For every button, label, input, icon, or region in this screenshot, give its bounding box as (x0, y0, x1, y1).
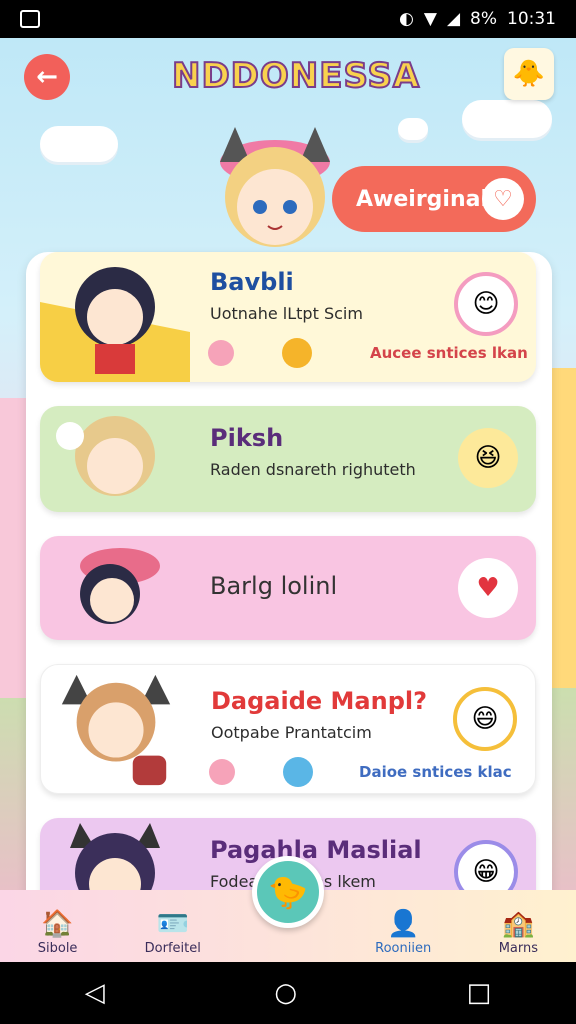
app-title: NDDONESSA (171, 55, 421, 97)
recents-square-icon[interactable]: □ (467, 978, 492, 1008)
character-name: Bavbli (210, 268, 294, 296)
nav-shop[interactable]: 🏫 Marns (473, 907, 563, 956)
nav-users[interactable]: 👤 Rooniien (358, 907, 448, 956)
system-nav-bar: ◁ ○ □ (0, 962, 576, 1024)
house-icon: 🏫 (502, 909, 535, 939)
avatar (40, 252, 190, 382)
back-button[interactable]: ← (24, 54, 70, 100)
chick-sticker-button[interactable]: 🐥 (504, 48, 554, 100)
nav-label: Sibole (37, 941, 78, 956)
globe-icon (283, 757, 313, 787)
profile-card-icon: 🪪 (156, 909, 189, 939)
user-icon: 👤 (386, 909, 420, 939)
back-triangle-icon[interactable]: ◁ (85, 978, 105, 1008)
signal-icon: ◢ (446, 9, 461, 29)
character-card[interactable]: Bavbli Uotnahe lLtpt Scim Aucee sntices … (40, 252, 536, 382)
category-pill-button[interactable]: Aweirginal ♡ (332, 166, 536, 232)
character-subtitle: Uotnahe lLtpt Scim (210, 304, 363, 323)
home-icon: 🏠 (41, 909, 74, 939)
heart-icon[interactable]: ♥ (458, 558, 518, 618)
nav-label: Dorfeitel (144, 941, 201, 956)
character-meta: Daioe sntices klac (359, 763, 512, 781)
tag-icon (208, 340, 234, 366)
battery-level: 8% (470, 9, 497, 29)
status-bar: ◐ ▼ ◢ 8% 10:31 (0, 0, 576, 38)
avatar (80, 548, 160, 624)
nav-home[interactable]: 🏠 Sibole (13, 907, 103, 956)
character-name: Piksh (210, 424, 284, 452)
chick-icon: 🐥 (512, 59, 546, 89)
cloud-decoration (40, 126, 118, 162)
character-name: Pagahla Maslial (210, 836, 422, 864)
bird-icon: 🐤 (268, 873, 308, 911)
clock-icon (282, 338, 312, 368)
avatar (56, 416, 155, 496)
clock: 10:31 (507, 9, 556, 29)
nav-label: Marns (498, 941, 538, 956)
character-card[interactable]: Piksh Raden dsnareth righuteth 😆 (40, 406, 536, 512)
nav-profile[interactable]: 🪪 Dorfeitel (128, 907, 218, 956)
status-right: ◐ ▼ ◢ 8% 10:31 (399, 9, 556, 29)
heart-icon: ♡ (482, 178, 524, 220)
cloud-decoration (398, 118, 428, 140)
notification-icon (20, 10, 40, 28)
app-screen: ← NDDONESSA 🐥 Aweirginal ♡ Bavbli Uotnah… (0, 38, 576, 962)
status-left (20, 10, 40, 28)
character-name: Barlg lolinl (210, 572, 338, 600)
character-subtitle: Ootpabe Prantatcim (211, 723, 372, 742)
pill-label: Aweirginal (356, 186, 488, 212)
back-arrow-icon: ← (36, 62, 58, 92)
wifi-icon: ▼ (423, 9, 437, 29)
home-circle-icon[interactable]: ○ (274, 978, 297, 1008)
character-card[interactable]: Dagaide Manpl? Ootpabe Prantatcim Daioe … (40, 664, 536, 794)
cloud-decoration (462, 100, 552, 138)
data-saver-icon: ◐ (399, 9, 414, 29)
hero-character (220, 127, 330, 247)
avatar (61, 674, 171, 786)
character-meta: Aucee sntices lkan (370, 344, 528, 362)
chat-bubble-icon[interactable]: 😄 (453, 687, 517, 751)
character-card[interactable]: Barlg lolinl ♥ (40, 536, 536, 640)
character-name: Dagaide Manpl? (211, 687, 428, 715)
chat-bubble-icon[interactable]: 😊 (454, 272, 518, 336)
nav-label: Rooniien (375, 941, 432, 956)
tag-icon (209, 759, 235, 785)
center-action-button[interactable]: 🐤 (252, 856, 324, 928)
happy-face-icon[interactable]: 😆 (458, 428, 518, 488)
character-subtitle: Raden dsnareth righuteth (210, 460, 416, 479)
